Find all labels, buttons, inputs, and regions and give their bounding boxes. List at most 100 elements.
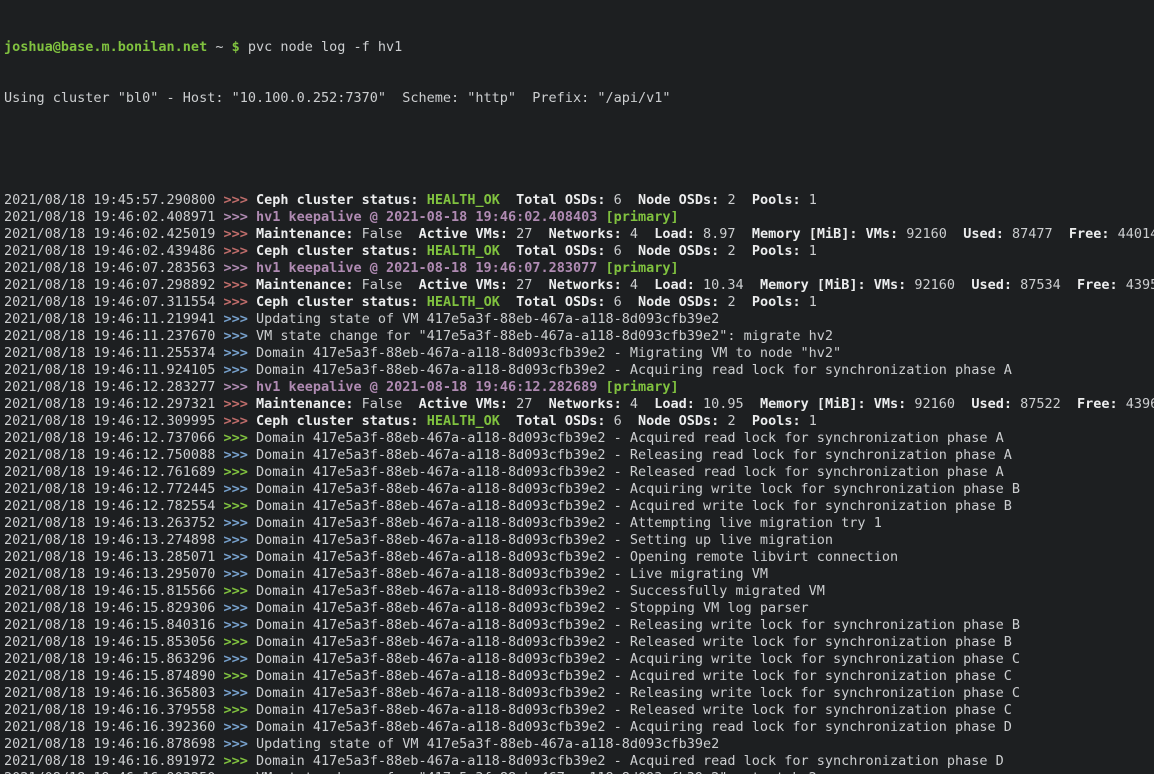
networks-value: 4 xyxy=(622,396,655,412)
ceph-status-label: Ceph cluster status: xyxy=(256,243,419,259)
keepalive-text: hv1 keepalive @ 2021-08-18 19:46:12.2826… xyxy=(256,379,597,395)
log-message-text: VM state change for "417e5a3f-88eb-467a-… xyxy=(256,328,833,344)
spacer xyxy=(866,277,874,293)
log-level-marker: >>> xyxy=(223,362,247,378)
terminal-window[interactable]: joshua@base.m.bonilan.net ~ $ pvc node l… xyxy=(0,0,1154,774)
spacer xyxy=(419,243,427,259)
log-line-node-status: 2021/08/18 19:46:07.298892 >>> Maintenan… xyxy=(4,277,1154,294)
spacer xyxy=(248,532,256,548)
log-message-text: Domain 417e5a3f-88eb-467a-a118-8d093cfb3… xyxy=(256,566,768,582)
log-message-text: Domain 417e5a3f-88eb-467a-a118-8d093cfb3… xyxy=(256,600,809,616)
log-message-text: Domain 417e5a3f-88eb-467a-a118-8d093cfb3… xyxy=(256,532,833,548)
log-timestamp: 2021/08/18 19:46:13.274898 xyxy=(4,532,223,548)
log-message-text: Domain 417e5a3f-88eb-467a-a118-8d093cfb3… xyxy=(256,583,825,599)
spacer xyxy=(248,260,256,276)
log-level-marker: >>> xyxy=(223,192,247,208)
spacer xyxy=(500,243,516,259)
used-value: 87477 xyxy=(1004,226,1069,242)
log-line-ceph-status: 2021/08/18 19:45:57.290800 >>> Ceph clus… xyxy=(4,192,1154,209)
log-line-vm-event: 2021/08/18 19:46:11.237670 >>> VM state … xyxy=(4,328,1154,345)
spacer xyxy=(248,277,256,293)
cluster-info-line: Using cluster "bl0" - Host: "10.100.0.25… xyxy=(4,90,1154,107)
load-value: 8.97 xyxy=(695,226,752,242)
log-level-marker: >>> xyxy=(223,226,247,242)
log-line-ceph-status: 2021/08/18 19:46:02.439486 >>> Ceph clus… xyxy=(4,243,1154,260)
log-timestamp: 2021/08/18 19:46:07.283563 xyxy=(4,260,223,276)
spacer xyxy=(248,481,256,497)
log-line-vm-event: 2021/08/18 19:46:12.750088 >>> Domain 41… xyxy=(4,447,1154,464)
log-line-keepalive: 2021/08/18 19:46:02.408971 >>> hv1 keepa… xyxy=(4,209,1154,226)
log-level-marker: >>> xyxy=(223,719,247,735)
ceph-status-label: Ceph cluster status: xyxy=(256,413,419,429)
log-line-vm-event: 2021/08/18 19:46:15.874890 >>> Domain 41… xyxy=(4,668,1154,685)
health-status-value: HEALTH_OK xyxy=(427,192,500,208)
spacer xyxy=(248,294,256,310)
log-timestamp: 2021/08/18 19:46:11.219941 xyxy=(4,311,223,327)
spacer xyxy=(248,345,256,361)
log-level-marker: >>> xyxy=(223,464,247,480)
log-timestamp: 2021/08/18 19:46:12.737066 xyxy=(4,430,223,446)
node-osds-value: 2 xyxy=(719,294,752,310)
used-value: 87522 xyxy=(1012,396,1077,412)
log-line-vm-event: 2021/08/18 19:46:16.878698 >>> Updating … xyxy=(4,736,1154,753)
free-label: Free: xyxy=(1069,226,1110,242)
log-level-marker: >>> xyxy=(223,481,247,497)
log-message-text: Domain 417e5a3f-88eb-467a-a118-8d093cfb3… xyxy=(256,464,1004,480)
total-osds-label: Total OSDs: xyxy=(516,243,605,259)
log-timestamp: 2021/08/18 19:46:12.782554 xyxy=(4,498,223,514)
prompt-user-host: joshua@base.m.bonilan.net xyxy=(4,39,207,55)
node-osds-label: Node OSDs: xyxy=(638,294,719,310)
log-message-text: VM state change for "417e5a3f-88eb-467a-… xyxy=(256,770,817,774)
spacer xyxy=(248,668,256,684)
log-timestamp: 2021/08/18 19:46:15.840316 xyxy=(4,617,223,633)
total-osds-value: 6 xyxy=(606,192,639,208)
used-value: 87534 xyxy=(1012,277,1077,293)
prompt-cwd: ~ xyxy=(207,39,231,55)
ceph-status-label: Ceph cluster status: xyxy=(256,192,419,208)
vms-value: 92160 xyxy=(906,277,971,293)
spacer xyxy=(248,515,256,531)
log-line-vm-event: 2021/08/18 19:46:16.891972 >>> Domain 41… xyxy=(4,753,1154,770)
log-level-marker: >>> xyxy=(223,566,247,582)
node-osds-value: 2 xyxy=(719,243,752,259)
log-message-text: Domain 417e5a3f-88eb-467a-a118-8d093cfb3… xyxy=(256,498,1012,514)
spacer xyxy=(248,311,256,327)
total-osds-label: Total OSDs: xyxy=(516,413,605,429)
log-level-marker: >>> xyxy=(223,328,247,344)
active-vms-value: 27 xyxy=(508,396,549,412)
maintenance-label: Maintenance: xyxy=(256,226,354,242)
log-line-vm-event: 2021/08/18 19:46:11.255374 >>> Domain 41… xyxy=(4,345,1154,362)
spacer xyxy=(248,634,256,650)
log-timestamp: 2021/08/18 19:46:15.853056 xyxy=(4,634,223,650)
log-timestamp: 2021/08/18 19:46:12.309995 xyxy=(4,413,223,429)
spacer xyxy=(248,209,256,225)
log-line-vm-event: 2021/08/18 19:46:12.737066 >>> Domain 41… xyxy=(4,430,1154,447)
log-message-text: Domain 417e5a3f-88eb-467a-a118-8d093cfb3… xyxy=(256,753,1004,769)
log-line-vm-event: 2021/08/18 19:46:12.782554 >>> Domain 41… xyxy=(4,498,1154,515)
log-line-vm-event: 2021/08/18 19:46:16.365803 >>> Domain 41… xyxy=(4,685,1154,702)
spacer xyxy=(248,243,256,259)
log-timestamp: 2021/08/18 19:46:13.285071 xyxy=(4,549,223,565)
spacer xyxy=(248,651,256,667)
memory-label: Memory [MiB]: xyxy=(760,277,866,293)
total-osds-label: Total OSDs: xyxy=(516,192,605,208)
log-timestamp: 2021/08/18 19:46:15.863296 xyxy=(4,651,223,667)
spacer xyxy=(248,192,256,208)
spacer xyxy=(248,736,256,752)
node-osds-value: 2 xyxy=(719,192,752,208)
spacer xyxy=(500,413,516,429)
log-timestamp: 2021/08/18 19:46:11.237670 xyxy=(4,328,223,344)
spacer xyxy=(858,226,866,242)
log-message-text: Domain 417e5a3f-88eb-467a-a118-8d093cfb3… xyxy=(256,702,1012,718)
log-line-vm-event: 2021/08/18 19:46:15.815566 >>> Domain 41… xyxy=(4,583,1154,600)
log-level-marker: >>> xyxy=(223,736,247,752)
memory-label: Memory [MiB]: xyxy=(760,396,866,412)
spacer xyxy=(248,226,256,242)
log-level-marker: >>> xyxy=(223,770,247,774)
log-message-text: Updating state of VM 417e5a3f-88eb-467a-… xyxy=(256,736,719,752)
log-level-marker: >>> xyxy=(223,668,247,684)
total-osds-value: 6 xyxy=(606,413,639,429)
log-timestamp: 2021/08/18 19:46:16.891972 xyxy=(4,753,223,769)
load-label: Load: xyxy=(654,396,695,412)
pools-value: 1 xyxy=(801,243,817,259)
